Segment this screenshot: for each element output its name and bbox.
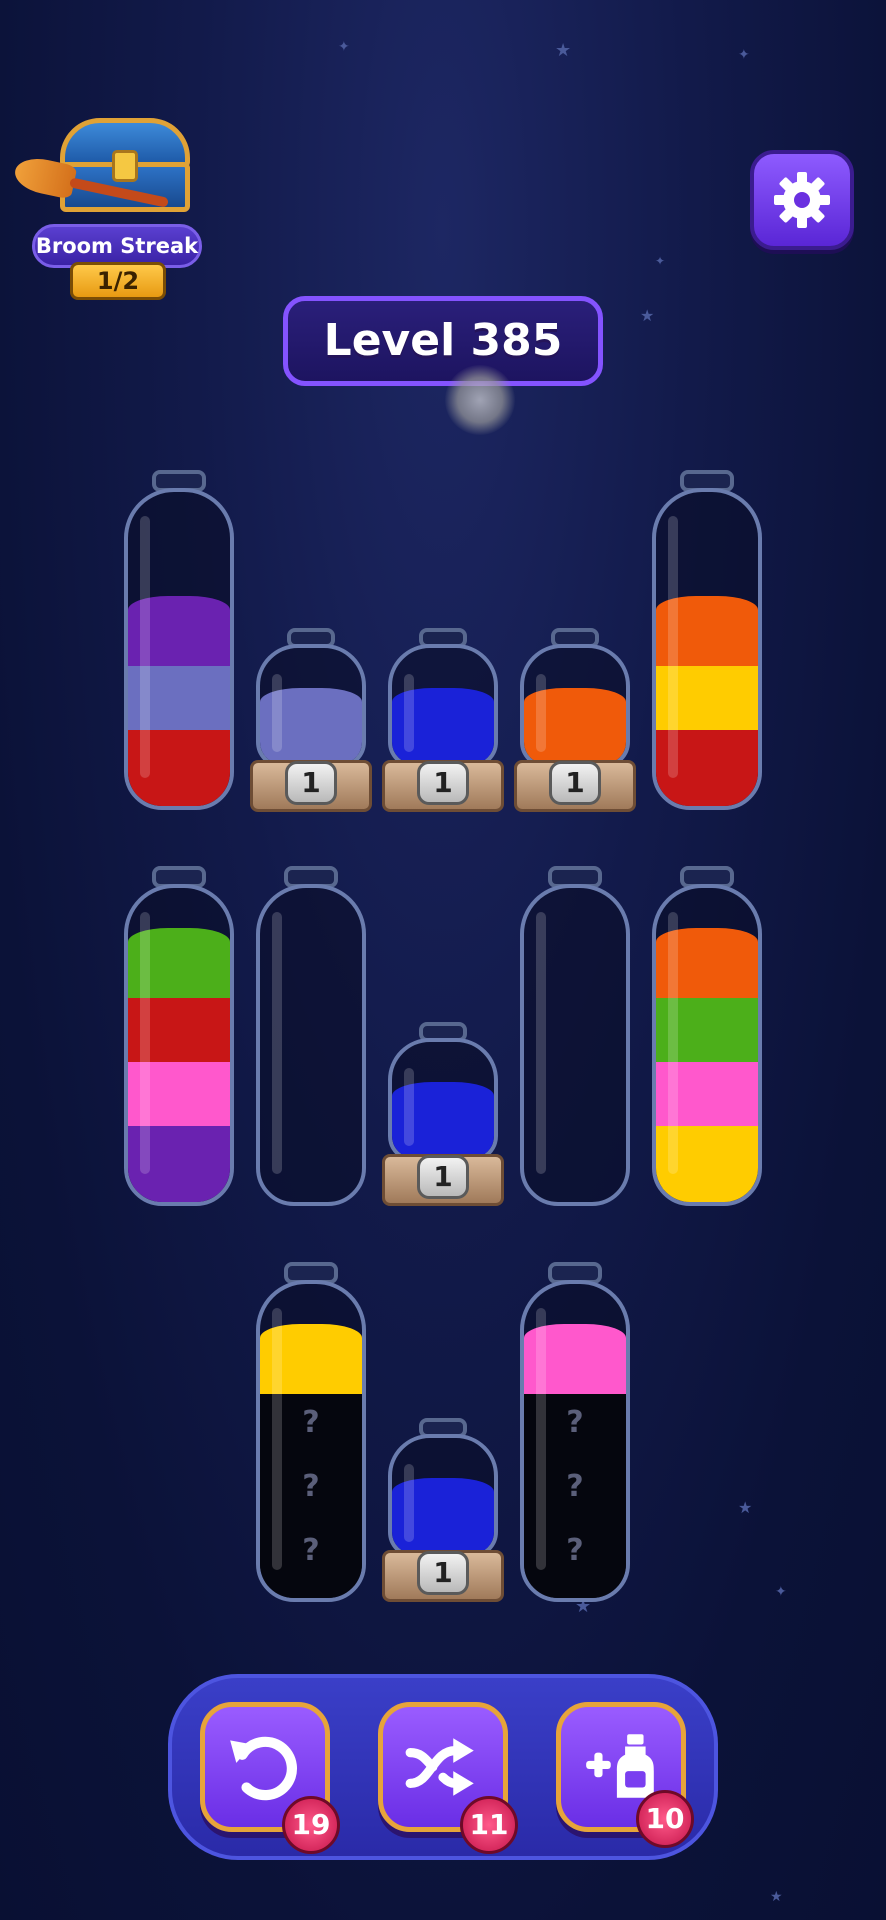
liquid-base bbox=[128, 1188, 230, 1202]
flask-capacity-badge: 1 bbox=[285, 761, 337, 805]
touch-indicator bbox=[445, 365, 515, 435]
flask-capacity-badge: 1 bbox=[417, 1155, 469, 1199]
shuffle-count: 11 bbox=[460, 1796, 518, 1854]
bottle-mystery[interactable]: ??? bbox=[256, 1262, 366, 1602]
liquid-base bbox=[656, 1188, 758, 1202]
undo-icon bbox=[230, 1736, 297, 1801]
flask-tray: 1 bbox=[514, 760, 636, 812]
broom-streak-progress: 1/2 bbox=[70, 262, 166, 300]
bottle-glass bbox=[124, 884, 234, 1206]
bottle[interactable] bbox=[652, 470, 762, 810]
liquid-base bbox=[524, 1584, 626, 1598]
bottle-glass bbox=[256, 884, 366, 1206]
small-flask[interactable]: 1 bbox=[250, 628, 372, 812]
add-bottle-count: 10 bbox=[636, 1790, 694, 1848]
bottle-mystery[interactable]: ??? bbox=[520, 1262, 630, 1602]
liquid-base bbox=[656, 792, 758, 806]
glass-shine bbox=[140, 516, 150, 778]
shuffle-icon bbox=[405, 1738, 474, 1796]
flask-tray: 1 bbox=[382, 1154, 504, 1206]
flask-tray: 1 bbox=[382, 760, 504, 812]
glass-shine bbox=[536, 912, 546, 1174]
flask-tray: 1 bbox=[382, 1550, 504, 1602]
bottle[interactable] bbox=[256, 866, 366, 1206]
glass-shine bbox=[404, 674, 414, 752]
settings-button[interactable] bbox=[750, 150, 854, 250]
glass-shine bbox=[404, 1464, 414, 1542]
glass-shine bbox=[668, 516, 678, 778]
flask-capacity-badge: 1 bbox=[549, 761, 601, 805]
flask-glass bbox=[256, 644, 366, 768]
glass-shine bbox=[272, 1308, 282, 1570]
small-flask[interactable]: 1 bbox=[382, 1022, 504, 1206]
flask-capacity-badge: 1 bbox=[417, 1551, 469, 1595]
small-flask[interactable]: 1 bbox=[382, 1418, 504, 1602]
bottle-glass bbox=[652, 488, 762, 810]
glass-shine bbox=[272, 674, 282, 752]
bottle-glass bbox=[124, 488, 234, 810]
bottle[interactable] bbox=[124, 470, 234, 810]
undo-count: 19 bbox=[282, 1796, 340, 1854]
flask-glass bbox=[388, 1434, 498, 1558]
bottle-glass bbox=[652, 884, 762, 1206]
flask-tray: 1 bbox=[250, 760, 372, 812]
bottle-glass: ??? bbox=[520, 1280, 630, 1602]
flask-glass bbox=[388, 1038, 498, 1162]
flask-glass bbox=[520, 644, 630, 768]
glass-shine bbox=[404, 1068, 414, 1146]
bottle-glass: ??? bbox=[256, 1280, 366, 1602]
liquid-base bbox=[260, 1584, 362, 1598]
bottle[interactable] bbox=[652, 866, 762, 1206]
bottle-glass bbox=[520, 884, 630, 1206]
flask-glass bbox=[388, 644, 498, 768]
level-label: Level 385 bbox=[283, 296, 603, 386]
broom-streak-widget[interactable]: Broom Streak 1/2 bbox=[10, 118, 210, 308]
gear-icon bbox=[774, 172, 830, 228]
glass-shine bbox=[140, 912, 150, 1174]
bottle[interactable] bbox=[520, 866, 630, 1206]
glass-shine bbox=[536, 1308, 546, 1570]
glass-shine bbox=[668, 912, 678, 1174]
flask-capacity-badge: 1 bbox=[417, 761, 469, 805]
liquid-base bbox=[128, 792, 230, 806]
small-flask[interactable]: 1 bbox=[382, 628, 504, 812]
glass-shine bbox=[272, 912, 282, 1174]
bottle[interactable] bbox=[124, 866, 234, 1206]
glass-shine bbox=[536, 674, 546, 752]
small-flask[interactable]: 1 bbox=[514, 628, 636, 812]
